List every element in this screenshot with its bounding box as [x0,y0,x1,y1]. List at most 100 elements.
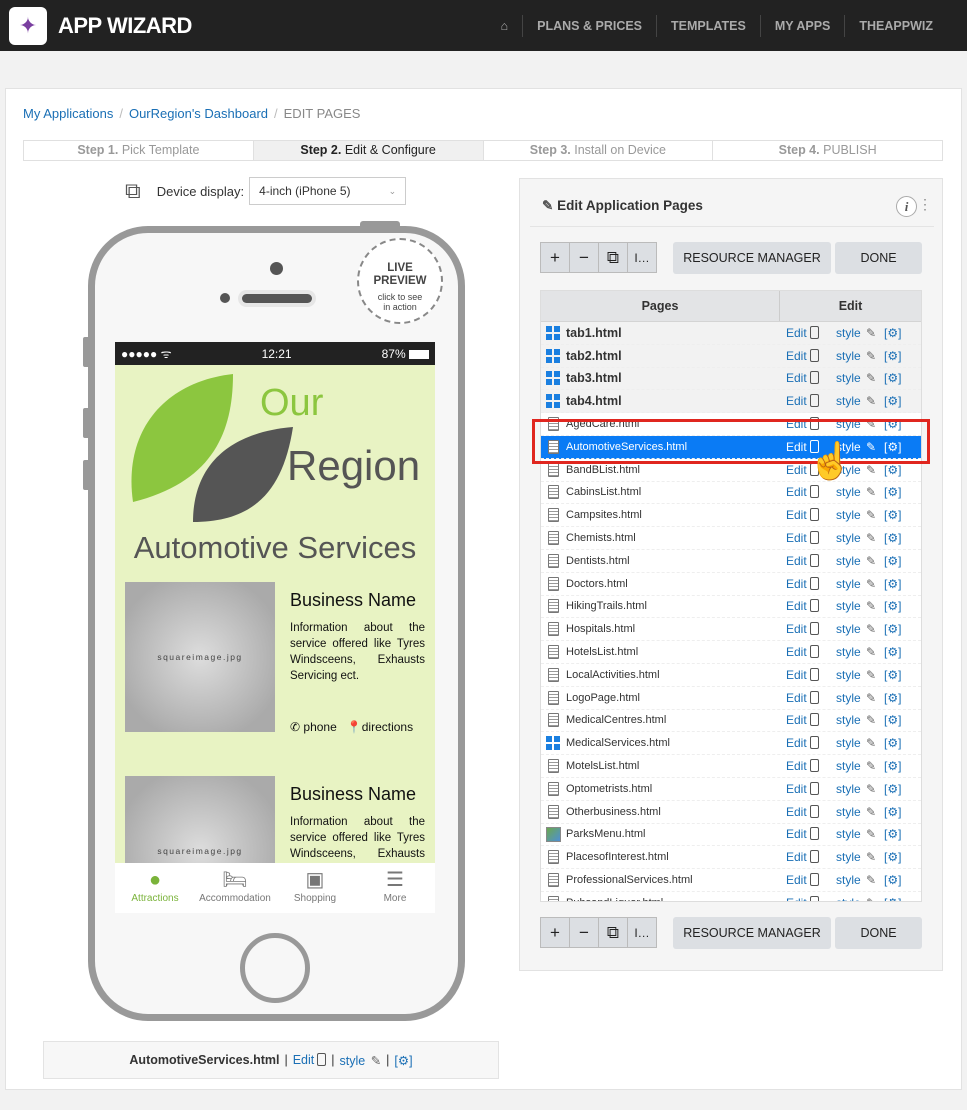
page-settings-link[interactable]: [⚙] [884,554,901,568]
rename-page-button[interactable]: I… [627,242,657,273]
edit-page-link[interactable]: Edit [786,394,819,408]
style-link[interactable]: style ✎ [836,896,876,901]
breadcrumb-dashboard[interactable]: OurRegion's Dashboard [129,106,268,121]
edit-page-link[interactable]: Edit [786,622,819,636]
page-settings-link[interactable]: [⚙] [884,599,901,613]
brand-name[interactable]: APP WIZARD [58,13,192,39]
style-link[interactable]: style ✎ [836,713,876,727]
edit-page-link[interactable]: Edit [786,850,819,864]
page-settings-link[interactable]: [⚙] [884,759,901,773]
style-link[interactable]: style ✎ [836,782,876,796]
phone-home-button[interactable] [240,933,310,1003]
style-link[interactable]: style ✎ [836,554,876,568]
phone-screen-preview[interactable]: ●●●●● ᯤ 12:21 87% Our Region Automotive … [115,342,435,913]
table-row[interactable]: ProfessionalServices.html Edit style ✎ [… [541,869,921,892]
edit-page-link[interactable]: Edit [786,713,819,727]
remove-page-button[interactable]: − [569,242,599,273]
edit-page-link[interactable]: Edit [786,576,819,591]
page-settings-link[interactable]: [⚙] [884,531,901,545]
edit-page-link[interactable]: Edit [786,690,819,705]
style-link[interactable]: style ✎ [836,531,876,545]
style-link[interactable]: style ✎ [836,736,876,750]
phone-link[interactable]: phone [303,720,336,734]
step-2[interactable]: Step 2. Edit & Configure [252,141,483,160]
edit-page-link[interactable]: Edit [786,348,819,363]
page-settings-link[interactable]: [⚙] [884,577,901,591]
edit-page-link[interactable]: Edit [786,645,819,659]
breadcrumb-my-applications[interactable]: My Applications [23,106,113,121]
page-settings-link[interactable]: [⚙] [884,668,901,682]
page-settings-link[interactable]: [⚙] [884,645,901,659]
style-link[interactable]: style ✎ [836,485,876,499]
style-link[interactable]: style ✎ [836,691,876,705]
page-settings-link[interactable]: [⚙] [884,349,901,363]
style-link[interactable]: style ✎ [836,577,876,591]
table-row[interactable]: tab4.html Edit style ✎ [⚙] [541,390,921,414]
info-icon[interactable]: i [896,196,917,217]
nav-templates[interactable]: TEMPLATES [656,14,760,37]
page-settings-link[interactable]: [⚙] [884,326,901,340]
tab-more[interactable]: ☰ More [355,863,435,913]
done-button[interactable]: DONE [835,242,922,274]
page-settings-link[interactable]: [⚙] [884,805,901,819]
edit-page-link[interactable]: Edit [786,804,819,819]
resource-manager-button[interactable]: RESOURCE MANAGER [673,917,831,949]
tab-accommodation[interactable]: 🛏 Accommodation [195,863,275,913]
style-link[interactable]: style ✎ [836,645,876,659]
page-settings-link[interactable]: [⚙] [884,850,901,864]
style-link[interactable]: style ✎ [836,668,876,682]
page-settings-link[interactable]: [⚙] [884,782,901,796]
page-settings-link[interactable]: [⚙] [884,508,901,522]
page-settings-link[interactable]: [⚙] [884,691,901,705]
pages-list[interactable]: tab1.html Edit style ✎ [⚙] tab2.html Edi… [541,322,921,901]
table-row[interactable]: Dentists.html Edit style ✎ [⚙] [541,550,921,573]
step-4[interactable]: Step 4. PUBLISH [712,141,942,160]
nav-user-account[interactable]: THEAPPWIZ [844,14,947,37]
home-icon[interactable]: ⌂ [487,15,523,37]
footer-style-link[interactable]: style ✎ [340,1053,382,1068]
table-row[interactable]: MedicalServices.html Edit style ✎ [⚙] [541,732,921,756]
style-link[interactable]: style ✎ [836,349,876,363]
table-row[interactable]: PubsandLiquor.html Edit style ✎ [⚙] [541,892,921,901]
done-button[interactable]: DONE [835,917,922,949]
footer-settings-link[interactable]: [⚙] [394,1053,412,1068]
edit-page-link[interactable]: Edit [786,759,819,773]
style-link[interactable]: style ✎ [836,394,876,408]
edit-page-link[interactable]: Edit [786,531,819,545]
page-settings-link[interactable]: [⚙] [884,736,901,750]
edit-page-link[interactable]: Edit [786,736,819,750]
style-link[interactable]: style ✎ [836,508,876,522]
table-row[interactable]: tab2.html Edit style ✎ [⚙] [541,344,921,368]
app-wizard-logo-icon[interactable]: ✦ [9,7,47,45]
edit-page-link[interactable]: Edit [786,508,819,522]
table-row[interactable]: HotelsList.html Edit style ✎ [⚙] [541,641,921,664]
table-row[interactable]: Hospitals.html Edit style ✎ [⚙] [541,618,921,642]
style-link[interactable]: style ✎ [836,759,876,773]
style-link[interactable]: style ✎ [836,371,876,385]
edit-page-link[interactable]: Edit [786,553,819,568]
edit-page-link[interactable]: Edit [786,667,819,682]
table-row[interactable]: Doctors.html Edit style ✎ [⚙] [541,573,921,596]
table-row[interactable]: Otherbusiness.html Edit style ✎ [⚙] [541,801,921,824]
edit-page-link[interactable]: Edit [786,827,819,841]
nav-my-apps[interactable]: MY APPS [759,14,845,37]
table-row[interactable]: Campsites.html Edit style ✎ [⚙] [541,504,921,528]
page-settings-link[interactable]: [⚙] [884,896,901,901]
directions-link[interactable]: directions [362,720,413,734]
style-link[interactable]: style ✎ [836,805,876,819]
table-row[interactable]: Optometrists.html Edit style ✎ [⚙] [541,778,921,801]
table-row[interactable]: HikingTrails.html Edit style ✎ [⚙] [541,596,921,619]
table-row[interactable]: LocalActivities.html Edit style ✎ [⚙] [541,664,921,687]
style-link[interactable]: style ✎ [836,850,876,864]
page-settings-link[interactable]: [⚙] [884,873,901,887]
edit-page-link[interactable]: Edit [786,485,819,499]
resource-manager-button[interactable]: RESOURCE MANAGER [673,242,831,274]
page-settings-link[interactable]: [⚙] [884,394,901,408]
duplicate-page-button[interactable]: ⧉ [598,917,628,948]
page-settings-link[interactable]: [⚙] [884,622,901,636]
table-row[interactable]: LogoPage.html Edit style ✎ [⚙] [541,687,921,710]
more-options-icon[interactable]: ⋮ [918,196,932,213]
edit-page-link[interactable]: Edit [786,599,819,613]
style-link[interactable]: style ✎ [836,599,876,613]
table-row[interactable]: PlacesofInterest.html Edit style ✎ [⚙] [541,846,921,870]
